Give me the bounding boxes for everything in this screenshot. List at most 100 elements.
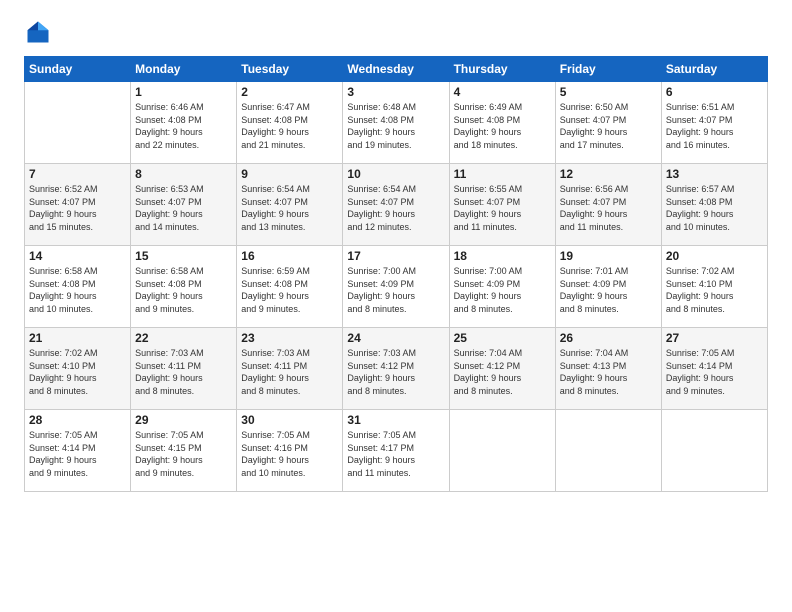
day-header-sunday: Sunday [25, 57, 131, 82]
day-header-thursday: Thursday [449, 57, 555, 82]
day-info: Sunrise: 6:54 AM Sunset: 4:07 PM Dayligh… [241, 183, 338, 233]
day-info: Sunrise: 7:02 AM Sunset: 4:10 PM Dayligh… [666, 265, 763, 315]
day-number: 12 [560, 167, 657, 181]
day-number: 8 [135, 167, 232, 181]
day-number: 14 [29, 249, 126, 263]
calendar-cell: 12 Sunrise: 6:56 AM Sunset: 4:07 PM Dayli… [555, 164, 661, 246]
calendar-cell: 21 Sunrise: 7:02 AM Sunset: 4:10 PM Dayli… [25, 328, 131, 410]
day-number: 7 [29, 167, 126, 181]
calendar-cell: 2Sunrise: 6:47 AM Sunset: 4:08 PM Daylig… [237, 82, 343, 164]
day-number: 27 [666, 331, 763, 345]
day-info: Sunrise: 7:05 AM Sunset: 4:14 PM Dayligh… [666, 347, 763, 397]
day-number: 15 [135, 249, 232, 263]
calendar-cell: 5 Sunrise: 6:50 AM Sunset: 4:07 PM Daylig… [555, 82, 661, 164]
day-number: 5 [560, 85, 657, 99]
day-number: 20 [666, 249, 763, 263]
day-info: Sunrise: 6:52 AM Sunset: 4:07 PM Dayligh… [29, 183, 126, 233]
day-info: Sunrise: 7:00 AM Sunset: 4:09 PM Dayligh… [454, 265, 551, 315]
calendar-cell: 6 Sunrise: 6:51 AM Sunset: 4:07 PM Daylig… [661, 82, 767, 164]
day-number: 26 [560, 331, 657, 345]
day-info: Sunrise: 6:59 AM Sunset: 4:08 PM Dayligh… [241, 265, 338, 315]
day-info: Sunrise: 7:05 AM Sunset: 4:15 PM Dayligh… [135, 429, 232, 479]
logo [24, 18, 56, 46]
calendar-cell: 7 Sunrise: 6:52 AM Sunset: 4:07 PM Daylig… [25, 164, 131, 246]
day-header-saturday: Saturday [661, 57, 767, 82]
day-info: Sunrise: 6:47 AM Sunset: 4:08 PM Dayligh… [241, 101, 338, 151]
day-number: 29 [135, 413, 232, 427]
day-number: 6 [666, 85, 763, 99]
day-number: 30 [241, 413, 338, 427]
day-number: 21 [29, 331, 126, 345]
day-info: Sunrise: 7:03 AM Sunset: 4:11 PM Dayligh… [241, 347, 338, 397]
calendar-cell: 29 Sunrise: 7:05 AM Sunset: 4:15 PM Dayli… [131, 410, 237, 492]
day-info: Sunrise: 6:46 AM Sunset: 4:08 PM Dayligh… [135, 101, 232, 151]
week-row-0: 1Sunrise: 6:46 AM Sunset: 4:08 PM Daylig… [25, 82, 768, 164]
calendar-cell: 13 Sunrise: 6:57 AM Sunset: 4:08 PM Dayli… [661, 164, 767, 246]
calendar-cell: 22Sunrise: 7:03 AM Sunset: 4:11 PM Dayli… [131, 328, 237, 410]
day-number: 3 [347, 85, 444, 99]
day-header-wednesday: Wednesday [343, 57, 449, 82]
day-info: Sunrise: 7:05 AM Sunset: 4:16 PM Dayligh… [241, 429, 338, 479]
calendar-cell: 19Sunrise: 7:01 AM Sunset: 4:09 PM Dayli… [555, 246, 661, 328]
day-info: Sunrise: 7:03 AM Sunset: 4:12 PM Dayligh… [347, 347, 444, 397]
calendar-cell: 20 Sunrise: 7:02 AM Sunset: 4:10 PM Dayli… [661, 246, 767, 328]
calendar-cell: 23Sunrise: 7:03 AM Sunset: 4:11 PM Dayli… [237, 328, 343, 410]
day-info: Sunrise: 6:58 AM Sunset: 4:08 PM Dayligh… [29, 265, 126, 315]
day-header-tuesday: Tuesday [237, 57, 343, 82]
day-info: Sunrise: 6:53 AM Sunset: 4:07 PM Dayligh… [135, 183, 232, 233]
calendar-cell: 26Sunrise: 7:04 AM Sunset: 4:13 PM Dayli… [555, 328, 661, 410]
day-number: 11 [454, 167, 551, 181]
calendar-table: SundayMondayTuesdayWednesdayThursdayFrid… [24, 56, 768, 492]
day-number: 28 [29, 413, 126, 427]
day-info: Sunrise: 6:57 AM Sunset: 4:08 PM Dayligh… [666, 183, 763, 233]
header-row: SundayMondayTuesdayWednesdayThursdayFrid… [25, 57, 768, 82]
day-header-monday: Monday [131, 57, 237, 82]
calendar-cell: 1Sunrise: 6:46 AM Sunset: 4:08 PM Daylig… [131, 82, 237, 164]
day-info: Sunrise: 6:48 AM Sunset: 4:08 PM Dayligh… [347, 101, 444, 151]
calendar-cell [449, 410, 555, 492]
day-number: 19 [560, 249, 657, 263]
day-number: 24 [347, 331, 444, 345]
day-number: 9 [241, 167, 338, 181]
day-info: Sunrise: 7:05 AM Sunset: 4:17 PM Dayligh… [347, 429, 444, 479]
day-number: 25 [454, 331, 551, 345]
day-info: Sunrise: 6:58 AM Sunset: 4:08 PM Dayligh… [135, 265, 232, 315]
calendar-cell [25, 82, 131, 164]
calendar-cell: 8 Sunrise: 6:53 AM Sunset: 4:07 PM Daylig… [131, 164, 237, 246]
week-row-2: 14 Sunrise: 6:58 AM Sunset: 4:08 PM Dayli… [25, 246, 768, 328]
calendar-cell: 18 Sunrise: 7:00 AM Sunset: 4:09 PM Dayli… [449, 246, 555, 328]
day-number: 18 [454, 249, 551, 263]
calendar-cell: 24 Sunrise: 7:03 AM Sunset: 4:12 PM Dayli… [343, 328, 449, 410]
calendar-cell [555, 410, 661, 492]
day-number: 16 [241, 249, 338, 263]
calendar-cell: 3 Sunrise: 6:48 AM Sunset: 4:08 PM Daylig… [343, 82, 449, 164]
calendar-cell: 10 Sunrise: 6:54 AM Sunset: 4:07 PM Dayli… [343, 164, 449, 246]
calendar-cell: 30 Sunrise: 7:05 AM Sunset: 4:16 PM Dayli… [237, 410, 343, 492]
day-number: 10 [347, 167, 444, 181]
day-info: Sunrise: 6:51 AM Sunset: 4:07 PM Dayligh… [666, 101, 763, 151]
day-info: Sunrise: 7:02 AM Sunset: 4:10 PM Dayligh… [29, 347, 126, 397]
day-number: 13 [666, 167, 763, 181]
day-number: 22 [135, 331, 232, 345]
day-info: Sunrise: 6:50 AM Sunset: 4:07 PM Dayligh… [560, 101, 657, 151]
week-row-4: 28 Sunrise: 7:05 AM Sunset: 4:14 PM Dayli… [25, 410, 768, 492]
week-row-1: 7 Sunrise: 6:52 AM Sunset: 4:07 PM Daylig… [25, 164, 768, 246]
calendar-cell: 28 Sunrise: 7:05 AM Sunset: 4:14 PM Dayli… [25, 410, 131, 492]
day-info: Sunrise: 7:04 AM Sunset: 4:12 PM Dayligh… [454, 347, 551, 397]
day-info: Sunrise: 6:56 AM Sunset: 4:07 PM Dayligh… [560, 183, 657, 233]
day-info: Sunrise: 6:54 AM Sunset: 4:07 PM Dayligh… [347, 183, 444, 233]
calendar-cell: 9 Sunrise: 6:54 AM Sunset: 4:07 PM Daylig… [237, 164, 343, 246]
day-info: Sunrise: 7:00 AM Sunset: 4:09 PM Dayligh… [347, 265, 444, 315]
day-number: 4 [454, 85, 551, 99]
calendar-cell: 31Sunrise: 7:05 AM Sunset: 4:17 PM Dayli… [343, 410, 449, 492]
day-info: Sunrise: 7:05 AM Sunset: 4:14 PM Dayligh… [29, 429, 126, 479]
day-info: Sunrise: 6:49 AM Sunset: 4:08 PM Dayligh… [454, 101, 551, 151]
calendar-cell: 14 Sunrise: 6:58 AM Sunset: 4:08 PM Dayli… [25, 246, 131, 328]
logo-icon [24, 18, 52, 46]
calendar-cell: 11Sunrise: 6:55 AM Sunset: 4:07 PM Dayli… [449, 164, 555, 246]
calendar-cell: 25 Sunrise: 7:04 AM Sunset: 4:12 PM Dayli… [449, 328, 555, 410]
calendar-cell: 15 Sunrise: 6:58 AM Sunset: 4:08 PM Dayli… [131, 246, 237, 328]
day-header-friday: Friday [555, 57, 661, 82]
header [24, 18, 768, 46]
page: SundayMondayTuesdayWednesdayThursdayFrid… [0, 0, 792, 612]
